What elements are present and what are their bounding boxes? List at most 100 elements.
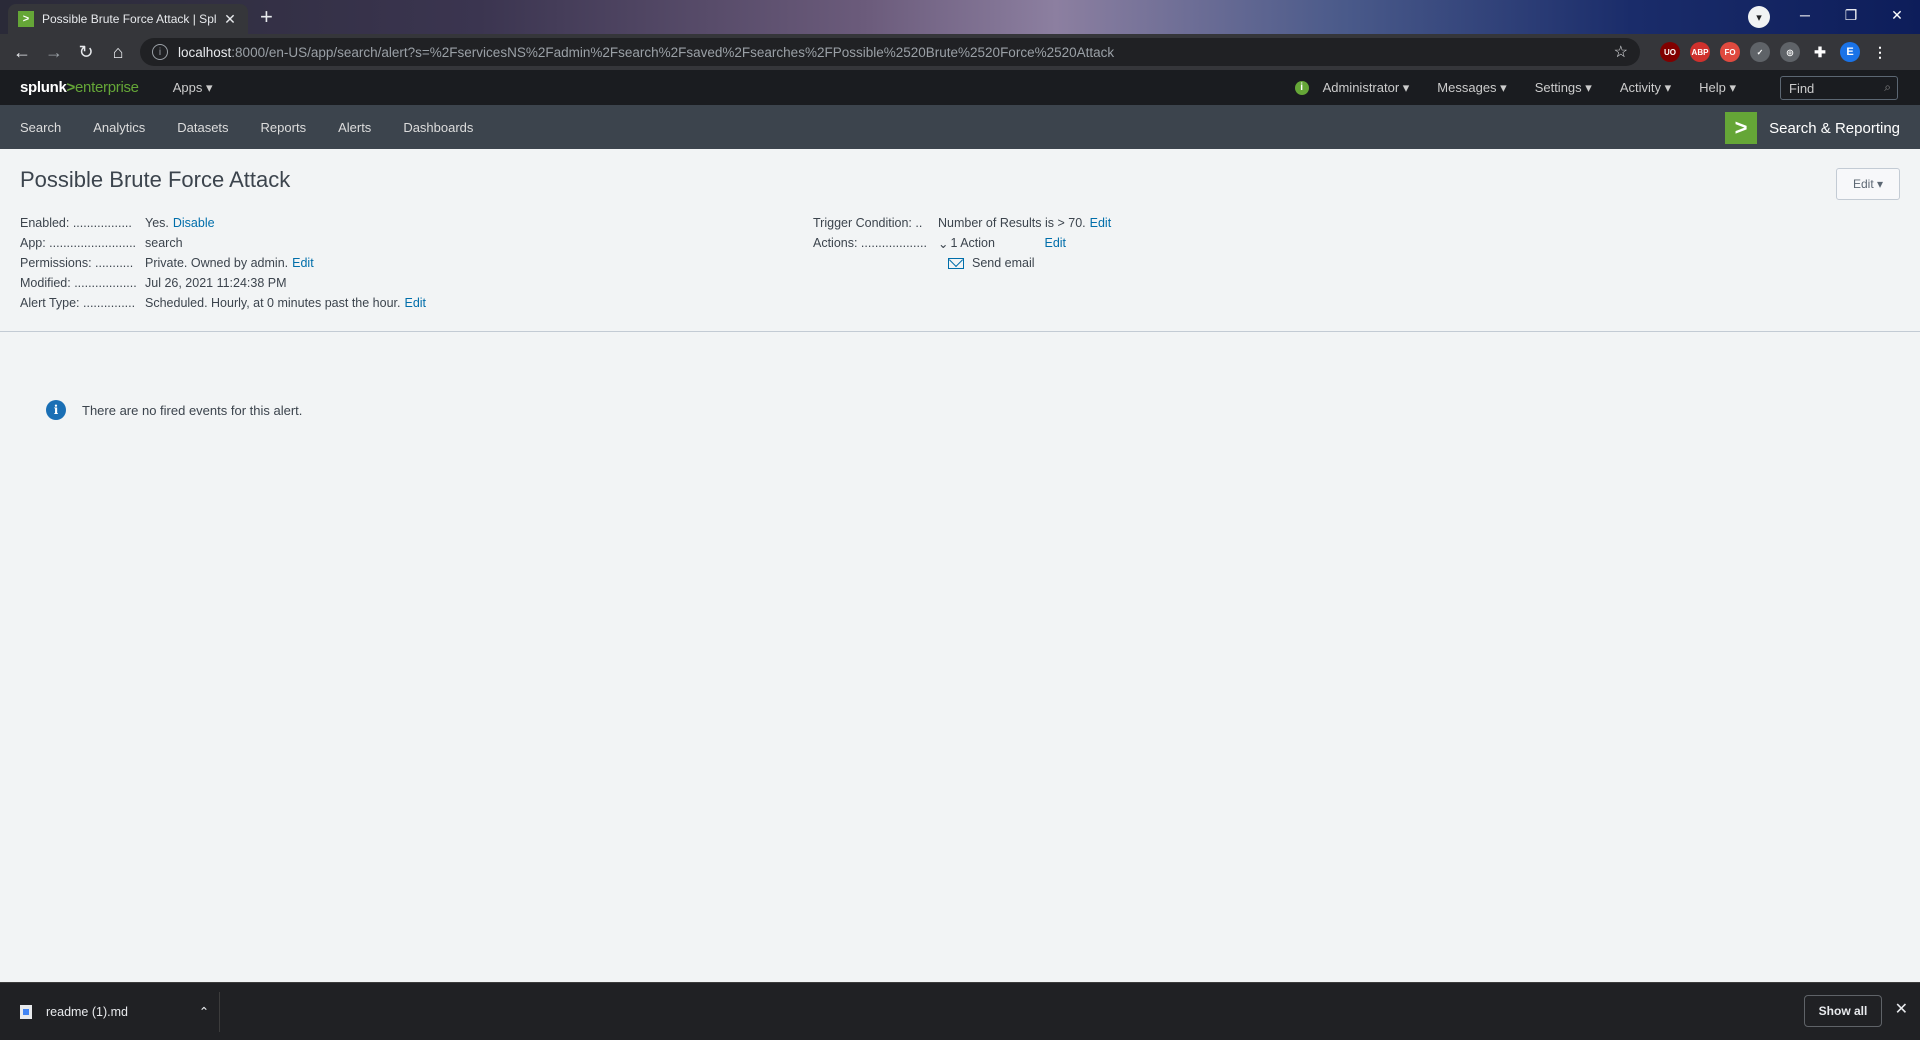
close-tab-icon[interactable]: ✕ — [222, 11, 238, 28]
actions-toggle[interactable]: 1 Action — [950, 236, 1040, 250]
search-app-icon: > — [1725, 112, 1758, 144]
alert-trigger-properties: Trigger Condition: .. Number of Results … — [813, 213, 1313, 273]
permissions-value: Private. Owned by admin. — [145, 256, 289, 270]
check-extension-icon[interactable]: ✓ — [1750, 42, 1770, 62]
trigger-label: Trigger Condition: .. — [813, 216, 923, 230]
browser-menu-icon[interactable]: ⋮ — [1870, 42, 1890, 62]
modified-label: Modified: .................. — [20, 276, 137, 290]
send-email-label: Send email — [972, 256, 1035, 270]
trigger-row: Trigger Condition: .. Number of Results … — [813, 213, 1313, 233]
email-icon — [948, 257, 964, 269]
download-file-name: readme (1).md — [46, 1004, 128, 1019]
top-menus: i Administrator ▾ Messages ▾ Settings ▾ … — [1294, 70, 1750, 105]
download-item[interactable]: readme (1).md ⌃ — [20, 991, 220, 1032]
logo-gt: > — [66, 79, 76, 96]
nav-alerts[interactable]: Alerts — [324, 120, 385, 135]
action-send-email: Send email — [948, 253, 1313, 273]
logo-sub: enterprise — [75, 79, 139, 96]
menu-activity[interactable]: Activity ▾ — [1606, 80, 1685, 96]
close-downloads-icon[interactable]: ✕ — [1895, 999, 1908, 1019]
nav-search[interactable]: Search — [6, 120, 75, 135]
adblock-icon[interactable]: ABP — [1690, 42, 1710, 62]
no-events-notice: i There are no fired events for this ale… — [46, 400, 302, 420]
disable-link[interactable]: Disable — [173, 216, 215, 230]
permissions-row: Permissions: ........... Private. Owned … — [20, 253, 780, 273]
downloads-bar: readme (1).md ⌃ Show all ✕ — [0, 982, 1920, 1040]
home-icon[interactable]: ⌂ — [102, 42, 134, 63]
actions-row: Actions: ................... ⌄ 1 Action … — [813, 233, 1313, 253]
edit-dropdown-button[interactable]: Edit ▾ — [1836, 168, 1900, 200]
app-row: App: ......................... search — [20, 233, 780, 253]
edit-alert-type-link[interactable]: Edit — [404, 296, 426, 310]
extension-fo-icon[interactable]: FO — [1720, 42, 1740, 62]
show-all-button[interactable]: Show all — [1804, 995, 1882, 1027]
apps-menu[interactable]: Apps ▾ — [173, 80, 213, 96]
ublock-icon[interactable]: UO — [1660, 42, 1680, 62]
window-controls: ─ ❐ ✕ — [1782, 0, 1920, 30]
alert-details-page: Possible Brute Force Attack Edit ▾ Enabl… — [0, 149, 1920, 982]
extension-icon[interactable]: ◎ — [1780, 42, 1800, 62]
alert-type-label: Alert Type: ............... — [20, 296, 136, 310]
edit-permissions-link[interactable]: Edit — [292, 256, 314, 270]
nav-datasets[interactable]: Datasets — [163, 120, 242, 135]
window-close-icon[interactable]: ✕ — [1874, 7, 1920, 24]
menu-messages[interactable]: Messages ▾ — [1423, 80, 1520, 96]
app-name: Search & Reporting — [1769, 119, 1900, 137]
edit-actions-link[interactable]: Edit — [1044, 236, 1066, 250]
modified-value: Jul 26, 2021 11:24:38 PM — [145, 276, 287, 290]
splunk-header: splunk>enterprise Apps ▾ i Administrator… — [0, 70, 1920, 105]
extensions-bar: UO ABP FO ✓ ◎ ✚ E ⋮ — [1660, 42, 1890, 62]
media-control-icon[interactable]: ▾ — [1748, 6, 1770, 28]
url-host: localhost — [178, 44, 232, 60]
alert-properties: Enabled: ................. Yes. Disable … — [20, 213, 780, 313]
find-input[interactable]: Find ⌕ — [1780, 76, 1898, 100]
enabled-value: Yes. — [145, 216, 169, 230]
divider — [0, 331, 1920, 332]
menu-administrator[interactable]: Administrator ▾ — [1309, 80, 1424, 96]
enabled-label: Enabled: ................. — [20, 216, 132, 230]
page-title: Possible Brute Force Attack — [20, 167, 291, 192]
reload-icon[interactable]: ↻ — [70, 42, 102, 63]
minimize-icon[interactable]: ─ — [1782, 7, 1828, 23]
nav-analytics[interactable]: Analytics — [79, 120, 159, 135]
back-icon[interactable]: ← — [6, 42, 38, 63]
profile-avatar[interactable]: E — [1840, 42, 1860, 62]
nav-reports[interactable]: Reports — [247, 120, 321, 135]
bookmark-star-icon[interactable]: ☆ — [1614, 42, 1628, 62]
actions-label: Actions: ................... — [813, 236, 927, 250]
alert-type-value: Scheduled. Hourly, at 0 minutes past the… — [145, 296, 401, 310]
notice-text: There are no fired events for this alert… — [82, 402, 303, 418]
app-title[interactable]: > Search & Reporting — [1725, 112, 1900, 144]
site-info-icon[interactable]: i — [152, 44, 168, 60]
alert-type-row: Alert Type: ............... Scheduled. H… — [20, 293, 780, 313]
app-bar: Search Analytics Datasets Reports Alerts… — [0, 105, 1920, 149]
address-bar[interactable]: i localhost:8000/en-US/app/search/alert?… — [140, 38, 1640, 66]
chevron-up-icon[interactable]: ⌃ — [189, 1004, 219, 1019]
file-icon — [20, 1004, 32, 1019]
permissions-label: Permissions: ........... — [20, 256, 134, 270]
edit-trigger-link[interactable]: Edit — [1090, 216, 1112, 230]
forward-icon[interactable]: → — [38, 42, 70, 63]
modified-row: Modified: .................. Jul 26, 202… — [20, 273, 780, 293]
browser-tab[interactable]: > Possible Brute Force Attack | Splu ✕ — [8, 4, 248, 34]
puzzle-icon[interactable]: ✚ — [1810, 42, 1830, 62]
search-icon: ⌕ — [1884, 80, 1891, 94]
info-icon: i — [46, 400, 66, 420]
splunk-logo[interactable]: splunk>enterprise — [20, 79, 139, 96]
app-label: App: ......................... — [20, 236, 137, 250]
app-value: search — [145, 236, 183, 250]
app-nav: Search Analytics Datasets Reports Alerts… — [6, 120, 491, 135]
new-tab-icon[interactable]: + — [260, 6, 273, 28]
logo-text: splunk — [20, 79, 67, 96]
nav-dashboards[interactable]: Dashboards — [389, 120, 487, 135]
browser-title-bar: > Possible Brute Force Attack | Splu ✕ +… — [0, 0, 1920, 34]
chevron-down-icon[interactable]: ⌄ — [938, 236, 948, 251]
menu-settings[interactable]: Settings ▾ — [1521, 80, 1606, 96]
health-status-icon[interactable]: i — [1294, 80, 1309, 95]
trigger-value: Number of Results is > 70. — [938, 216, 1086, 230]
menu-help[interactable]: Help ▾ — [1685, 80, 1750, 96]
splunk-favicon-icon: > — [18, 11, 34, 27]
restore-icon[interactable]: ❐ — [1828, 7, 1874, 24]
tab-title: Possible Brute Force Attack | Splu — [42, 12, 216, 26]
enabled-row: Enabled: ................. Yes. Disable — [20, 213, 780, 233]
